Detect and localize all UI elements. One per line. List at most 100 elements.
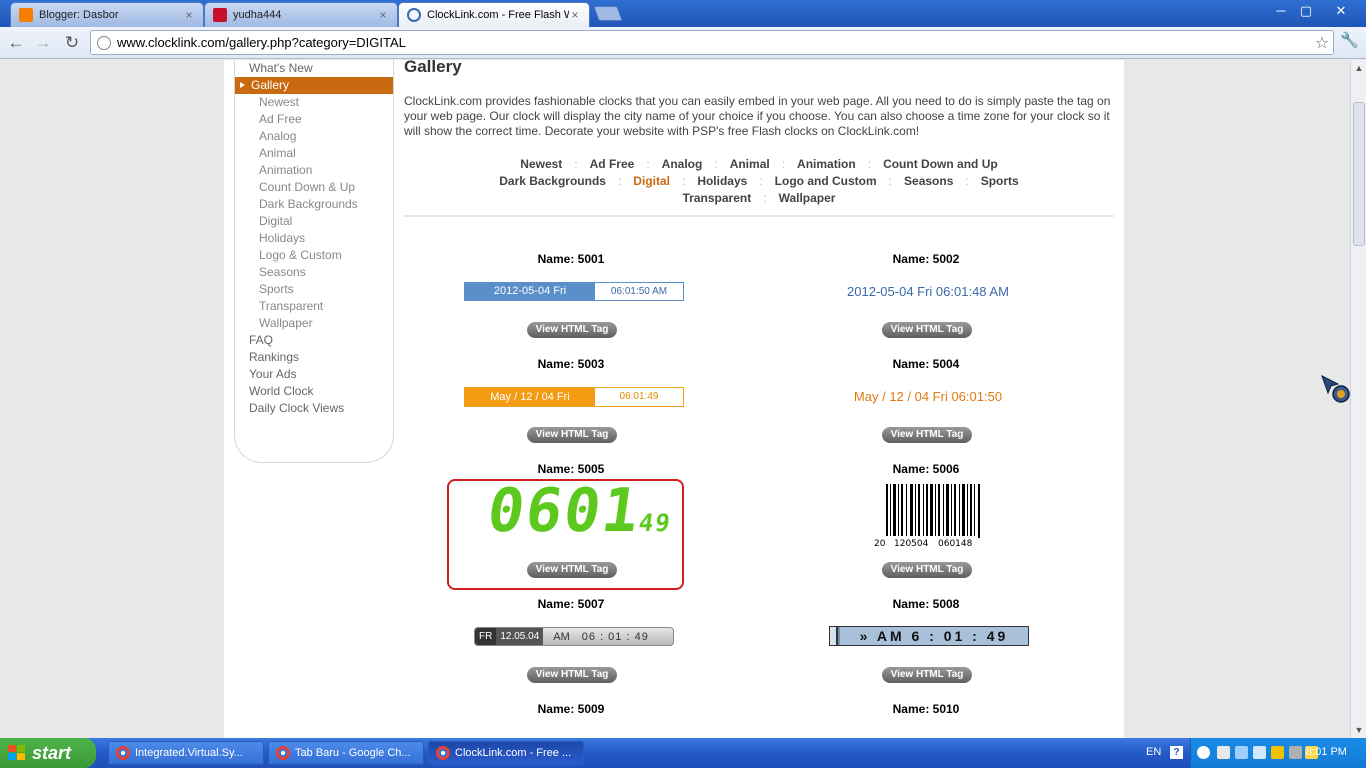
sidebar-item-label: Holidays xyxy=(259,231,306,245)
category-link-sports[interactable]: Sports xyxy=(969,173,1031,190)
wrench-icon[interactable]: 🔧 xyxy=(1340,31,1359,49)
clock-time: 06:01:49 xyxy=(595,388,683,406)
sidebar-item-faq[interactable]: FAQ xyxy=(235,332,393,349)
url-text[interactable]: www.clocklink.com/gallery.php?category=D… xyxy=(117,35,1311,50)
taskbar-item[interactable]: ClockLink.com - Free ... xyxy=(428,741,584,765)
reload-button[interactable]: ↻ xyxy=(61,32,83,54)
sidebar-item-rankings[interactable]: Rankings xyxy=(235,349,393,366)
language-indicator[interactable]: EN xyxy=(1146,746,1161,758)
sidebar-item-gallery[interactable]: Gallery xyxy=(235,77,393,94)
sidebar-item-label: Dark Backgrounds xyxy=(259,197,358,211)
sidebar-item-label: Seasons xyxy=(259,265,306,279)
tray-app-icon[interactable] xyxy=(1217,746,1230,759)
close-window-button[interactable]: ✕ xyxy=(1330,2,1352,20)
tab-blogger[interactable]: Blogger: Dasbor × xyxy=(10,2,204,27)
sidebar-item-animal[interactable]: Animal xyxy=(235,145,393,162)
view-html-tag-button[interactable]: View HTML Tag xyxy=(882,322,972,338)
category-link-wallpaper[interactable]: Wallpaper xyxy=(767,190,848,207)
sidebar-item-sports[interactable]: Sports xyxy=(235,281,393,298)
sidebar-item-what-s-new[interactable]: What's New xyxy=(235,60,393,77)
view-html-tag-button[interactable]: View HTML Tag xyxy=(882,427,972,443)
clock-name: Name: 5001 xyxy=(537,252,605,266)
category-link-animal[interactable]: Animal xyxy=(718,156,782,173)
category-link-logo-and-custom[interactable]: Logo and Custom xyxy=(763,173,889,190)
category-link-holidays[interactable]: Holidays xyxy=(685,173,759,190)
taskbar-item-label: Integrated.Virtual.Sy... xyxy=(135,747,243,759)
system-clock[interactable]: 8:01 PM xyxy=(1306,746,1347,758)
sidebar-item-holidays[interactable]: Holidays xyxy=(235,230,393,247)
sidebar-item-seasons[interactable]: Seasons xyxy=(235,264,393,281)
help-icon[interactable]: ? xyxy=(1170,746,1183,759)
clock-day: FR xyxy=(475,628,497,645)
taskbar-item[interactable]: Integrated.Virtual.Sy... xyxy=(108,741,264,765)
sidebar-item-analog[interactable]: Analog xyxy=(235,128,393,145)
category-link-transparent[interactable]: Transparent xyxy=(671,190,764,207)
view-html-tag-button[interactable]: View HTML Tag xyxy=(527,562,617,578)
sidebar-item-digital[interactable]: Digital xyxy=(235,213,393,230)
taskbar-item[interactable]: Tab Baru - Google Ch... xyxy=(268,741,424,765)
clock-name: Name: 5010 xyxy=(892,702,960,716)
category-link-newest[interactable]: Newest xyxy=(508,156,574,173)
back-button[interactable]: ← xyxy=(5,32,27,54)
category-nav: Newest: Ad Free: Analog: Animal: Animation: C… xyxy=(404,156,1114,207)
view-html-tag-button[interactable]: View HTML Tag xyxy=(527,667,617,683)
sidebar-item-logo-custom[interactable]: Logo & Custom xyxy=(235,247,393,264)
scroll-up-icon[interactable]: ▲ xyxy=(1351,60,1366,76)
scrollbar-thumb[interactable] xyxy=(1353,102,1365,246)
category-link-seasons[interactable]: Seasons xyxy=(892,173,965,190)
view-html-tag-button[interactable]: View HTML Tag xyxy=(527,427,617,443)
minimize-button[interactable]: ─ xyxy=(1270,2,1292,20)
clock-bar xyxy=(830,627,838,645)
tray-monitor-icon[interactable] xyxy=(1253,746,1266,759)
sidebar-item-label: Ad Free xyxy=(259,112,302,126)
tray-arrow-icon[interactable] xyxy=(1197,746,1210,759)
bookmark-star-icon[interactable]: ☆ xyxy=(1311,33,1333,53)
category-link-digital[interactable]: Digital xyxy=(621,173,682,190)
clock-5004: May / 12 / 04 Fri 06:01:50 xyxy=(853,389,1003,404)
address-bar[interactable]: www.clocklink.com/gallery.php?category=D… xyxy=(90,30,1334,55)
blogger-icon xyxy=(19,8,33,22)
category-link-animation[interactable]: Animation xyxy=(785,156,868,173)
clock-5006-barcode: 20 120504 060148 xyxy=(874,484,984,548)
clock-date: May / 12 / 04 Fri xyxy=(465,388,595,406)
sidebar-item-newest[interactable]: Newest xyxy=(235,94,393,111)
sidebar-item-ad-free[interactable]: Ad Free xyxy=(235,111,393,128)
sidebar-item-wallpaper[interactable]: Wallpaper xyxy=(235,315,393,332)
sidebar-item-count-down-up[interactable]: Count Down & Up xyxy=(235,179,393,196)
category-link-analog[interactable]: Analog xyxy=(650,156,715,173)
view-html-tag-button[interactable]: View HTML Tag xyxy=(882,562,972,578)
category-link-ad-free[interactable]: Ad Free xyxy=(578,156,647,173)
sidebar-item-daily-clock-views[interactable]: Daily Clock Views xyxy=(235,400,393,417)
sidebar-item-label: Animation xyxy=(259,163,313,177)
start-button[interactable]: start xyxy=(0,738,96,768)
sidebar-item-your-ads[interactable]: Your Ads xyxy=(235,366,393,383)
triangle-right-icon xyxy=(240,82,245,88)
sidebar-item-dark-backgrounds[interactable]: Dark Backgrounds xyxy=(235,196,393,213)
divider xyxy=(404,215,1114,217)
view-html-tag-button[interactable]: View HTML Tag xyxy=(882,667,972,683)
maximize-button[interactable]: ▢ xyxy=(1295,2,1317,20)
view-html-tag-button[interactable]: View HTML Tag xyxy=(527,322,617,338)
vertical-scrollbar[interactable]: ▲ ▼ xyxy=(1350,60,1366,738)
forward-button[interactable]: → xyxy=(32,32,54,54)
sidebar-item-world-clock[interactable]: World Clock xyxy=(235,383,393,400)
category-link-count-down-and-up[interactable]: Count Down and Up xyxy=(871,156,1010,173)
tray-security-icon[interactable] xyxy=(1271,746,1284,759)
sidebar-item-transparent[interactable]: Transparent xyxy=(235,298,393,315)
clock-icon xyxy=(407,8,421,22)
scroll-down-icon[interactable]: ▼ xyxy=(1351,722,1366,738)
sidebar-item-label: FAQ xyxy=(249,333,274,347)
close-icon[interactable]: × xyxy=(569,8,581,22)
volume-icon[interactable] xyxy=(1289,746,1302,759)
category-link-dark-backgrounds[interactable]: Dark Backgrounds xyxy=(487,173,618,190)
tray-network-icon[interactable] xyxy=(1235,746,1248,759)
close-icon[interactable]: × xyxy=(377,8,389,22)
clock-name: Name: 5006 xyxy=(892,462,960,476)
sidebar-item-label: World Clock xyxy=(249,384,314,398)
clock-name: Name: 5004 xyxy=(892,357,960,371)
new-tab-button[interactable] xyxy=(593,6,623,21)
sidebar-item-animation[interactable]: Animation xyxy=(235,162,393,179)
tab-clocklink[interactable]: ClockLink.com - Free Flash Wo × xyxy=(398,2,590,27)
close-icon[interactable]: × xyxy=(183,8,195,22)
tab-yudha444[interactable]: yudha444 × xyxy=(204,2,398,27)
